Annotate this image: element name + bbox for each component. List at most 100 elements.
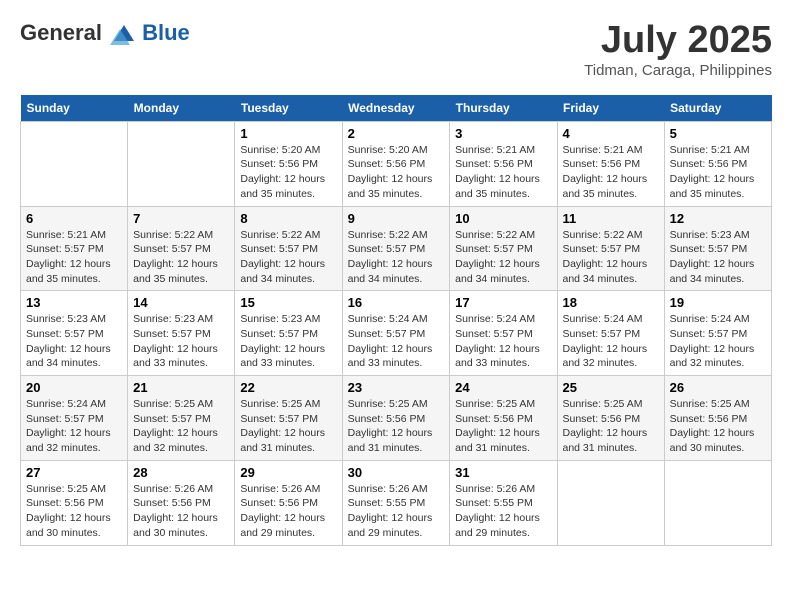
day-detail: Sunrise: 5:23 AMSunset: 5:57 PMDaylight:…	[26, 312, 122, 371]
day-detail: Sunrise: 5:26 AMSunset: 5:56 PMDaylight:…	[133, 482, 229, 541]
week-row: 6 Sunrise: 5:21 AMSunset: 5:57 PMDaylight…	[21, 206, 772, 291]
day-number: 22	[240, 380, 336, 395]
logo-icon	[110, 23, 138, 45]
day-detail: Sunrise: 5:24 AMSunset: 5:57 PMDaylight:…	[348, 312, 445, 371]
logo: General Blue	[20, 20, 190, 46]
day-detail: Sunrise: 5:25 AMSunset: 5:56 PMDaylight:…	[348, 397, 445, 456]
calendar-cell: 7Sunrise: 5:22 AMSunset: 5:57 PMDaylight…	[128, 206, 235, 291]
day-detail: Sunrise: 5:25 AMSunset: 5:56 PMDaylight:…	[26, 482, 122, 541]
day-number: 26	[670, 380, 766, 395]
day-number: 7	[133, 211, 229, 226]
calendar-cell: 25 Sunrise: 5:25 AMSunset: 5:56 PMDayligh…	[557, 376, 664, 461]
day-detail: Sunrise: 5:24 AMSunset: 5:57 PMDaylight:…	[563, 312, 659, 371]
day-detail: Sunrise: 5:24 AMSunset: 5:57 PMDaylight:…	[26, 397, 122, 456]
day-number: 8	[240, 211, 336, 226]
calendar-cell: 30Sunrise: 5:26 AMSunset: 5:55 PMDayligh…	[342, 460, 450, 545]
day-number: 23	[348, 380, 445, 395]
calendar-cell: 13Sunrise: 5:23 AMSunset: 5:57 PMDayligh…	[21, 291, 128, 376]
week-row: 20 Sunrise: 5:24 AMSunset: 5:57 PMDayligh…	[21, 376, 772, 461]
day-detail: Sunrise: 5:25 AMSunset: 5:56 PMDaylight:…	[563, 397, 659, 456]
calendar-body: 1 Sunrise: 5:20 AMSunset: 5:56 PMDaylight…	[21, 121, 772, 545]
day-number: 20	[26, 380, 122, 395]
calendar-cell	[664, 460, 771, 545]
calendar-cell: 10Sunrise: 5:22 AMSunset: 5:57 PMDayligh…	[450, 206, 557, 291]
day-number: 3	[455, 126, 551, 141]
day-detail: Sunrise: 5:20 AMSunset: 5:56 PMDaylight:…	[348, 143, 445, 202]
calendar-cell: 5Sunrise: 5:21 AMSunset: 5:56 PMDaylight…	[664, 121, 771, 206]
day-detail: Sunrise: 5:22 AMSunset: 5:57 PMDaylight:…	[563, 228, 659, 287]
calendar-cell: 14 Sunrise: 5:23 AMSunset: 5:57 PMDayligh…	[128, 291, 235, 376]
calendar-cell: 31Sunrise: 5:26 AMSunset: 5:55 PMDayligh…	[450, 460, 557, 545]
calendar-cell: 12 Sunrise: 5:23 AMSunset: 5:57 PMDayligh…	[664, 206, 771, 291]
day-detail: Sunrise: 5:22 AMSunset: 5:57 PMDaylight:…	[240, 228, 336, 287]
header-day: Tuesday	[235, 95, 342, 122]
day-number: 11	[563, 211, 659, 226]
day-detail: Sunrise: 5:24 AMSunset: 5:57 PMDaylight:…	[670, 312, 766, 371]
day-number: 10	[455, 211, 551, 226]
calendar-cell: 29 Sunrise: 5:26 AMSunset: 5:56 PMDayligh…	[235, 460, 342, 545]
calendar-cell	[128, 121, 235, 206]
location: Tidman, Caraga, Philippines	[584, 62, 772, 79]
day-number: 1	[240, 126, 336, 141]
calendar-cell: 4Sunrise: 5:21 AMSunset: 5:56 PMDaylight…	[557, 121, 664, 206]
calendar-cell: 16Sunrise: 5:24 AMSunset: 5:57 PMDayligh…	[342, 291, 450, 376]
day-number: 17	[455, 295, 551, 310]
day-detail: Sunrise: 5:26 AMSunset: 5:55 PMDaylight:…	[455, 482, 551, 541]
day-number: 9	[348, 211, 445, 226]
day-number: 14	[133, 295, 229, 310]
day-detail: Sunrise: 5:24 AMSunset: 5:57 PMDaylight:…	[455, 312, 551, 371]
calendar-cell: 24 Sunrise: 5:25 AMSunset: 5:56 PMDayligh…	[450, 376, 557, 461]
day-number: 2	[348, 126, 445, 141]
calendar-cell: 8 Sunrise: 5:22 AMSunset: 5:57 PMDaylight…	[235, 206, 342, 291]
title-block: July 2025 Tidman, Caraga, Philippines	[584, 20, 772, 79]
header-day: Wednesday	[342, 95, 450, 122]
day-detail: Sunrise: 5:26 AMSunset: 5:55 PMDaylight:…	[348, 482, 445, 541]
day-detail: Sunrise: 5:26 AMSunset: 5:56 PMDaylight:…	[240, 482, 336, 541]
day-detail: Sunrise: 5:25 AMSunset: 5:57 PMDaylight:…	[240, 397, 336, 456]
calendar-cell: 28Sunrise: 5:26 AMSunset: 5:56 PMDayligh…	[128, 460, 235, 545]
calendar-cell: 9 Sunrise: 5:22 AMSunset: 5:57 PMDaylight…	[342, 206, 450, 291]
day-number: 27	[26, 465, 122, 480]
day-number: 12	[670, 211, 766, 226]
header-row: SundayMondayTuesdayWednesdayThursdayFrid…	[21, 95, 772, 122]
day-detail: Sunrise: 5:25 AMSunset: 5:56 PMDaylight:…	[455, 397, 551, 456]
header-day: Sunday	[21, 95, 128, 122]
day-detail: Sunrise: 5:21 AMSunset: 5:56 PMDaylight:…	[455, 143, 551, 202]
week-row: 27 Sunrise: 5:25 AMSunset: 5:56 PMDayligh…	[21, 460, 772, 545]
calendar-cell: 23 Sunrise: 5:25 AMSunset: 5:56 PMDayligh…	[342, 376, 450, 461]
day-number: 24	[455, 380, 551, 395]
day-detail: Sunrise: 5:25 AMSunset: 5:57 PMDaylight:…	[133, 397, 229, 456]
day-number: 18	[563, 295, 659, 310]
day-detail: Sunrise: 5:23 AMSunset: 5:57 PMDaylight:…	[670, 228, 766, 287]
calendar-cell: 3 Sunrise: 5:21 AMSunset: 5:56 PMDaylight…	[450, 121, 557, 206]
calendar-cell	[21, 121, 128, 206]
calendar-table: SundayMondayTuesdayWednesdayThursdayFrid…	[20, 95, 772, 546]
day-detail: Sunrise: 5:23 AMSunset: 5:57 PMDaylight:…	[133, 312, 229, 371]
calendar-cell: 20 Sunrise: 5:24 AMSunset: 5:57 PMDayligh…	[21, 376, 128, 461]
calendar-cell: 21Sunrise: 5:25 AMSunset: 5:57 PMDayligh…	[128, 376, 235, 461]
calendar-cell: 22 Sunrise: 5:25 AMSunset: 5:57 PMDayligh…	[235, 376, 342, 461]
header-day: Friday	[557, 95, 664, 122]
calendar-cell: 19 Sunrise: 5:24 AMSunset: 5:57 PMDayligh…	[664, 291, 771, 376]
page-header: General Blue July 2025 Tidman, Caraga, P…	[20, 20, 772, 79]
calendar-cell: 1Sunrise: 5:20 AMSunset: 5:56 PMDaylight…	[235, 121, 342, 206]
day-detail: Sunrise: 5:23 AMSunset: 5:57 PMDaylight:…	[240, 312, 336, 371]
calendar-cell: 18 Sunrise: 5:24 AMSunset: 5:57 PMDayligh…	[557, 291, 664, 376]
calendar-cell	[557, 460, 664, 545]
day-number: 6	[26, 211, 122, 226]
header-day: Monday	[128, 95, 235, 122]
calendar-cell: 27 Sunrise: 5:25 AMSunset: 5:56 PMDayligh…	[21, 460, 128, 545]
day-detail: Sunrise: 5:22 AMSunset: 5:57 PMDaylight:…	[348, 228, 445, 287]
day-detail: Sunrise: 5:21 AMSunset: 5:57 PMDaylight:…	[26, 228, 122, 287]
calendar-cell: 6 Sunrise: 5:21 AMSunset: 5:57 PMDaylight…	[21, 206, 128, 291]
day-number: 29	[240, 465, 336, 480]
day-number: 25	[563, 380, 659, 395]
logo-general: General	[20, 20, 102, 45]
month-title: July 2025	[584, 20, 772, 62]
week-row: 13Sunrise: 5:23 AMSunset: 5:57 PMDayligh…	[21, 291, 772, 376]
calendar-header: SundayMondayTuesdayWednesdayThursdayFrid…	[21, 95, 772, 122]
day-detail: Sunrise: 5:25 AMSunset: 5:56 PMDaylight:…	[670, 397, 766, 456]
header-day: Thursday	[450, 95, 557, 122]
calendar-cell: 17 Sunrise: 5:24 AMSunset: 5:57 PMDayligh…	[450, 291, 557, 376]
day-number: 19	[670, 295, 766, 310]
